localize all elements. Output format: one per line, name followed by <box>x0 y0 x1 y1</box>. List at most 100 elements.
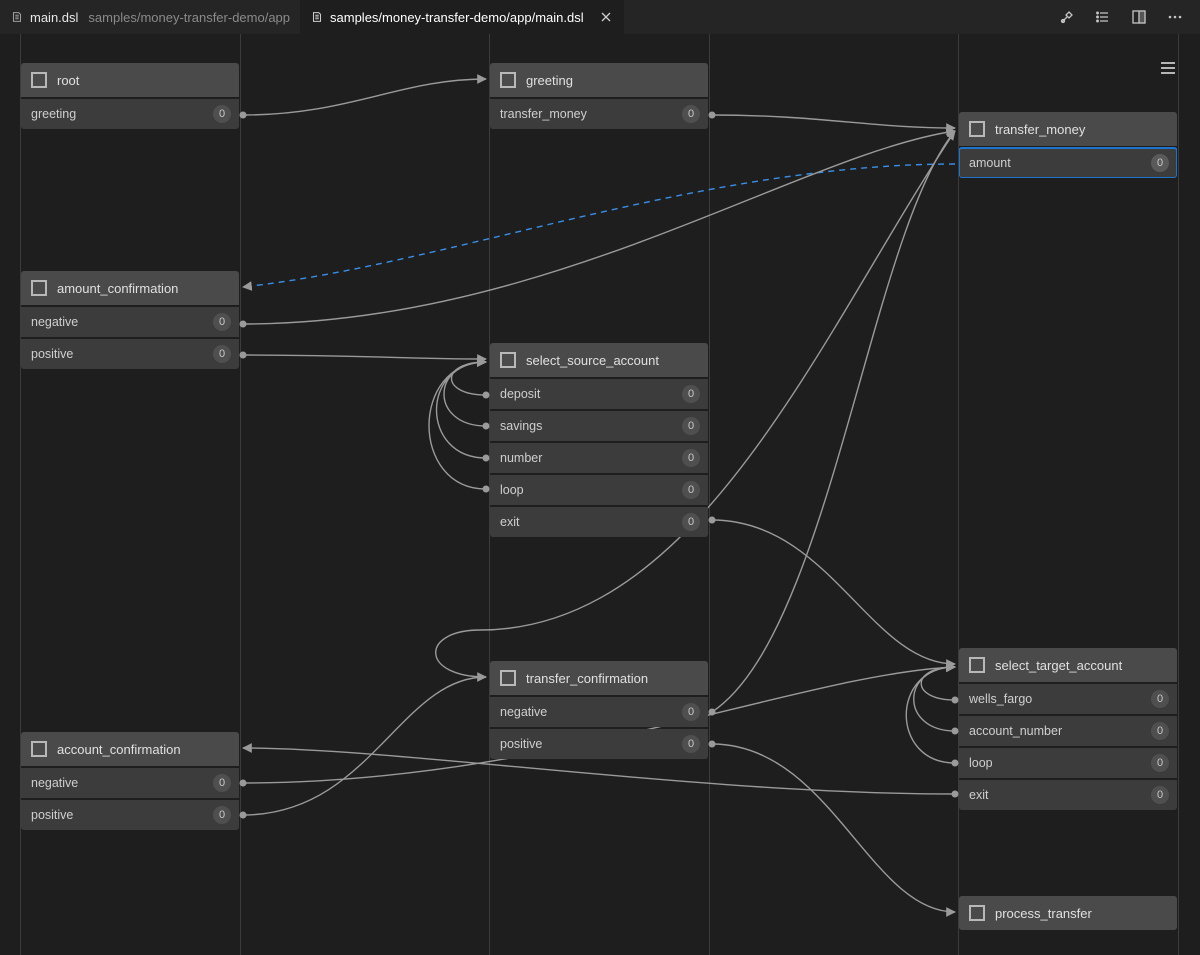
node-row[interactable]: negative 0 <box>21 307 239 337</box>
node-row-badge: 0 <box>213 313 231 331</box>
node-row[interactable]: wells_fargo 0 <box>959 684 1177 714</box>
node-row[interactable]: exit 0 <box>490 507 708 537</box>
column-guide <box>1178 34 1179 955</box>
node-row[interactable]: account_number 0 <box>959 716 1177 746</box>
node-title: root <box>57 73 79 88</box>
node-row-badge: 0 <box>682 449 700 467</box>
node-row-badge: 0 <box>1151 754 1169 772</box>
node-row-badge: 0 <box>213 105 231 123</box>
title-actions <box>1056 0 1200 34</box>
node-header[interactable]: select_source_account <box>490 343 708 377</box>
node-header[interactable]: root <box>21 63 239 97</box>
node-checkbox-icon[interactable] <box>969 121 985 137</box>
node-row-label: account_number <box>969 724 1062 738</box>
column-guide <box>240 34 241 955</box>
node-checkbox-icon[interactable] <box>31 280 47 296</box>
node-row-label: amount <box>969 156 1011 170</box>
node-row-label: negative <box>500 705 547 719</box>
node-greeting[interactable]: greeting transfer_money 0 <box>490 63 708 129</box>
node-row-label: exit <box>500 515 519 529</box>
node-row-label: transfer_money <box>500 107 587 121</box>
node-row[interactable]: loop 0 <box>959 748 1177 778</box>
node-row-label: greeting <box>31 107 76 121</box>
node-process-transfer[interactable]: process_transfer <box>959 896 1177 930</box>
node-row[interactable]: positive 0 <box>21 800 239 830</box>
node-row-badge: 0 <box>682 481 700 499</box>
node-title: select_target_account <box>995 658 1122 673</box>
node-row[interactable]: savings 0 <box>490 411 708 441</box>
node-header[interactable]: process_transfer <box>959 896 1177 930</box>
tab-name: samples/money-transfer-demo/app/main.dsl <box>330 10 584 25</box>
node-row-badge: 0 <box>1151 690 1169 708</box>
node-row-badge: 0 <box>682 417 700 435</box>
tab-path: samples/money-transfer-demo/app <box>88 10 290 25</box>
node-row-badge: 0 <box>213 806 231 824</box>
titlebar: main.dsl samples/money-transfer-demo/app… <box>0 0 1200 34</box>
node-row-badge: 0 <box>213 345 231 363</box>
node-row-label: wells_fargo <box>969 692 1032 706</box>
more-icon[interactable] <box>1164 6 1186 28</box>
node-select-source-account[interactable]: select_source_account deposit 0 savings … <box>490 343 708 537</box>
node-title: amount_confirmation <box>57 281 178 296</box>
node-row[interactable]: loop 0 <box>490 475 708 505</box>
graph-canvas[interactable]: root greeting 0 greeting transfer_money … <box>0 34 1200 955</box>
column-guide <box>709 34 710 955</box>
node-row[interactable]: transfer_money 0 <box>490 99 708 129</box>
node-header[interactable]: transfer_confirmation <box>490 661 708 695</box>
node-checkbox-icon[interactable] <box>969 905 985 921</box>
node-row[interactable]: amount 0 <box>959 148 1177 178</box>
node-select-target-account[interactable]: select_target_account wells_fargo 0 acco… <box>959 648 1177 810</box>
node-account-confirmation[interactable]: account_confirmation negative 0 positive… <box>21 732 239 830</box>
node-title: greeting <box>526 73 573 88</box>
node-row-badge: 0 <box>213 774 231 792</box>
node-row-label: negative <box>31 776 78 790</box>
node-row[interactable]: positive 0 <box>490 729 708 759</box>
node-title: process_transfer <box>995 906 1092 921</box>
node-header[interactable]: select_target_account <box>959 648 1177 682</box>
node-checkbox-icon[interactable] <box>500 72 516 88</box>
graph-menu-button[interactable] <box>1156 56 1180 80</box>
node-title: transfer_confirmation <box>526 671 648 686</box>
node-row-label: savings <box>500 419 542 433</box>
tab-main-dsl-active[interactable]: samples/money-transfer-demo/app/main.dsl <box>300 0 624 34</box>
tools-icon[interactable] <box>1056 6 1078 28</box>
node-row-label: deposit <box>500 387 540 401</box>
node-row-badge: 0 <box>1151 722 1169 740</box>
node-row[interactable]: exit 0 <box>959 780 1177 810</box>
node-checkbox-icon[interactable] <box>31 72 47 88</box>
node-header[interactable]: account_confirmation <box>21 732 239 766</box>
node-row-badge: 0 <box>682 735 700 753</box>
node-checkbox-icon[interactable] <box>500 352 516 368</box>
node-row-label: loop <box>969 756 993 770</box>
node-header[interactable]: transfer_money <box>959 112 1177 146</box>
split-editor-icon[interactable] <box>1128 6 1150 28</box>
node-header[interactable]: amount_confirmation <box>21 271 239 305</box>
node-row[interactable]: negative 0 <box>21 768 239 798</box>
file-icon <box>310 10 324 24</box>
tab-main-dsl-inactive[interactable]: main.dsl samples/money-transfer-demo/app <box>0 0 300 34</box>
node-title: account_confirmation <box>57 742 181 757</box>
node-row[interactable]: number 0 <box>490 443 708 473</box>
node-row[interactable]: deposit 0 <box>490 379 708 409</box>
node-header[interactable]: greeting <box>490 63 708 97</box>
node-row[interactable]: greeting 0 <box>21 99 239 129</box>
node-amount-confirmation[interactable]: amount_confirmation negative 0 positive … <box>21 271 239 369</box>
node-checkbox-icon[interactable] <box>500 670 516 686</box>
file-icon <box>10 10 24 24</box>
node-checkbox-icon[interactable] <box>969 657 985 673</box>
node-row-label: negative <box>31 315 78 329</box>
node-row-label: loop <box>500 483 524 497</box>
list-icon[interactable] <box>1092 6 1114 28</box>
node-row[interactable]: negative 0 <box>490 697 708 727</box>
node-transfer-confirmation[interactable]: transfer_confirmation negative 0 positiv… <box>490 661 708 759</box>
node-row-badge: 0 <box>1151 154 1169 172</box>
node-row-label: exit <box>969 788 988 802</box>
node-row-badge: 0 <box>682 105 700 123</box>
node-checkbox-icon[interactable] <box>31 741 47 757</box>
node-transfer-money[interactable]: transfer_money amount 0 <box>959 112 1177 178</box>
node-root[interactable]: root greeting 0 <box>21 63 239 129</box>
node-row-badge: 0 <box>682 385 700 403</box>
node-row[interactable]: positive 0 <box>21 339 239 369</box>
close-tab-button[interactable] <box>598 9 614 25</box>
node-row-badge: 0 <box>682 513 700 531</box>
